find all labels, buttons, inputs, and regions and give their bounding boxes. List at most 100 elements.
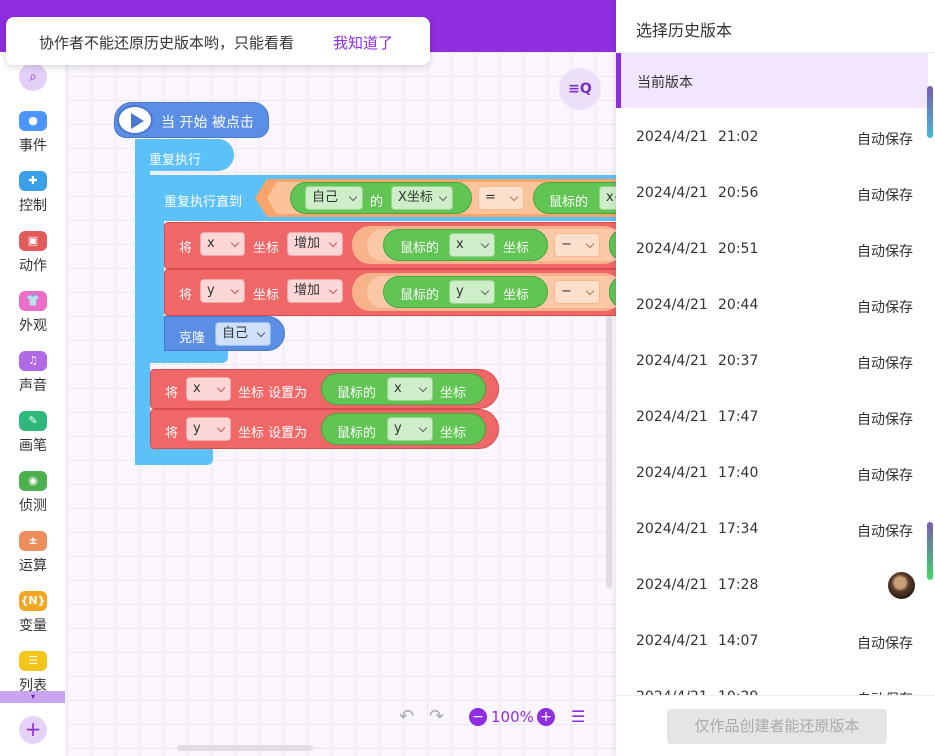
version-time: 17:28 (718, 577, 759, 593)
author-avatar (888, 572, 915, 599)
version-time: 14:07 (718, 633, 759, 649)
list-icon: ☰ (19, 651, 47, 671)
category-operators[interactable]: ± 运算 (0, 531, 65, 575)
version-status: 自动保存 (857, 468, 913, 484)
compare-operator-dropdown[interactable]: = (478, 186, 524, 210)
zoom-in-button[interactable]: + (537, 708, 555, 726)
toast-acknowledge-button[interactable]: 我知道了 (333, 32, 393, 53)
coord-label: 坐标 (253, 241, 280, 256)
redo-icon[interactable]: ↷ (429, 703, 444, 731)
category-sensing[interactable]: ◉ 侦测 (0, 471, 65, 515)
history-version-item[interactable]: 2024/4/2110:29自动保存 (616, 669, 928, 695)
zoom-out-button[interactable]: − (469, 708, 487, 726)
category-list[interactable]: ☰ 列表 (0, 651, 65, 695)
category-looks[interactable]: 👕 外观 (0, 291, 65, 335)
repeat-until-block[interactable] (150, 175, 164, 363)
version-date: 2024/4/21 (636, 521, 708, 537)
category-label: 侦测 (19, 498, 47, 514)
repeat-forever-block[interactable] (135, 139, 150, 465)
event-icon: ● (19, 111, 47, 131)
mouse-axis-dropdown-y[interactable]: y (449, 280, 495, 304)
history-version-item[interactable]: 2024/4/21 20:56 自动保存 (616, 165, 928, 221)
canvas-horizontal-scrollbar[interactable] (177, 745, 313, 751)
history-version-item[interactable]: 2024/4/21 17:47 自动保存 (616, 389, 928, 445)
category-sound[interactable]: ♫ 声音 (0, 351, 65, 395)
version-status: 自动保存 (857, 188, 913, 204)
category-label: 控制 (19, 198, 47, 214)
version-date: 2024/4/21 (636, 633, 708, 649)
set-x-mouse-axis-dropdown[interactable]: x (387, 377, 433, 401)
mouse-label-y: 鼠标的 (400, 288, 440, 303)
version-date: 2024/4/21 (636, 297, 708, 313)
when-start-clicked-block[interactable]: 当 开始 被点击 (114, 102, 269, 138)
history-version-item[interactable]: 2024/4/21 20:37 自动保存 (616, 333, 928, 389)
operators-icon: ± (19, 531, 47, 551)
clone-target-dropdown[interactable]: 自己 (215, 322, 271, 346)
undo-icon[interactable]: ↶ (399, 703, 414, 731)
clone-label: 克隆 (179, 331, 206, 346)
add-extension-button[interactable]: + (19, 716, 47, 744)
version-status: 自动保存 (857, 132, 913, 148)
version-history-panel: 选择历史版本 当前版本 2024/4/21 21:02 自动保存 2024/4/21 2… (616, 0, 935, 756)
of-label: 的 (370, 195, 384, 210)
category-pen[interactable]: ✎ 画笔 (0, 411, 65, 455)
coord-label-2: 坐标 (503, 241, 530, 256)
mouse-label-2: 鼠标的 (400, 241, 440, 256)
increase-dropdown-y[interactable]: 增加 (287, 279, 343, 303)
history-version-item[interactable]: 2024/4/21 17:28 (616, 557, 928, 613)
current-version-label: 当前版本 (637, 75, 693, 91)
axis-dropdown-x[interactable]: x (200, 232, 245, 256)
history-scrollbar-thumb[interactable] (927, 522, 933, 580)
category-label: 事件 (19, 138, 47, 154)
set-x-axis-dropdown[interactable]: x (186, 377, 231, 401)
version-date: 2024/4/21 (636, 577, 708, 593)
category-control[interactable]: ✚ 控制 (0, 171, 65, 215)
align-blocks-icon[interactable]: ☰ (571, 703, 585, 731)
version-time: 20:56 (718, 185, 759, 201)
control-icon: ✚ (19, 171, 47, 191)
category-motion[interactable]: ▣ 动作 (0, 231, 65, 275)
mouse-axis-dropdown[interactable]: x (599, 186, 616, 210)
set-label-y: 将 (179, 288, 193, 303)
history-version-item[interactable]: 2024/4/21 20:44 自动保存 (616, 277, 928, 333)
version-date: 2024/4/21 (636, 353, 708, 369)
set-y-mouse-axis-dropdown[interactable]: y (387, 417, 433, 441)
sidebar-scroll-down-icon[interactable]: ▾ (0, 691, 65, 703)
history-version-item[interactable]: 2024/4/21 21:02 自动保存 (616, 109, 928, 165)
history-version-item[interactable]: 2024/4/21 20:51 自动保存 (616, 221, 928, 277)
code-search-icon[interactable]: ≡Q (559, 68, 601, 110)
restore-version-button: 仅作品创建者能还原版本 (667, 709, 887, 744)
property-dropdown[interactable]: X坐标 (391, 186, 453, 210)
set-to-label: 坐标 设置为 (238, 386, 308, 401)
set-y-label: 将 (165, 426, 179, 441)
canvas-vertical-scrollbar[interactable] (606, 316, 612, 588)
history-version-item[interactable]: 2024/4/21 17:40 自动保存 (616, 445, 928, 501)
search-icon[interactable]: ⌕ (19, 63, 47, 91)
set-y-axis-dropdown[interactable]: y (186, 417, 231, 441)
zoom-level: 100% (491, 708, 534, 726)
set-y-mouse-label: 鼠标的 (337, 426, 377, 441)
sprite-dropdown[interactable]: 自己 (305, 186, 363, 210)
sensing-icon: ◉ (19, 471, 47, 491)
category-variables[interactable]: {N} 变量 (0, 591, 65, 635)
category-label: 变量 (19, 618, 47, 634)
minus-operator-dropdown-y[interactable]: − (554, 280, 600, 304)
increase-dropdown[interactable]: 增加 (287, 232, 343, 256)
panel-title: 选择历史版本 (636, 21, 733, 40)
version-time: 20:51 (718, 241, 759, 257)
code-canvas[interactable]: ≡Q 当 开始 被点击 重复执行 重复执行直到 自己 的 X坐标 = 鼠标的 x… (67, 52, 616, 756)
history-version-item[interactable]: 2024/4/21 14:07 自动保存 (616, 613, 928, 669)
axis-dropdown-y[interactable]: y (200, 279, 245, 303)
mouse-axis-dropdown-2[interactable]: x (449, 233, 495, 257)
collaborator-notice-toast: 协作者不能还原历史版本哟，只能看看 我知道了 (6, 17, 430, 65)
category-event[interactable]: ● 事件 (0, 111, 65, 155)
sound-icon: ♫ (19, 351, 47, 371)
minus-operator-dropdown[interactable]: − (554, 233, 600, 257)
version-time: 21:02 (718, 129, 759, 145)
version-date: 2024/4/21 (636, 409, 708, 425)
category-label: 声音 (19, 378, 47, 394)
current-version-item[interactable]: 当前版本 (616, 53, 928, 108)
looks-icon: 👕 (19, 291, 47, 311)
history-scrollbar-top[interactable] (927, 86, 933, 138)
history-version-item[interactable]: 2024/4/21 17:34 自动保存 (616, 501, 928, 557)
